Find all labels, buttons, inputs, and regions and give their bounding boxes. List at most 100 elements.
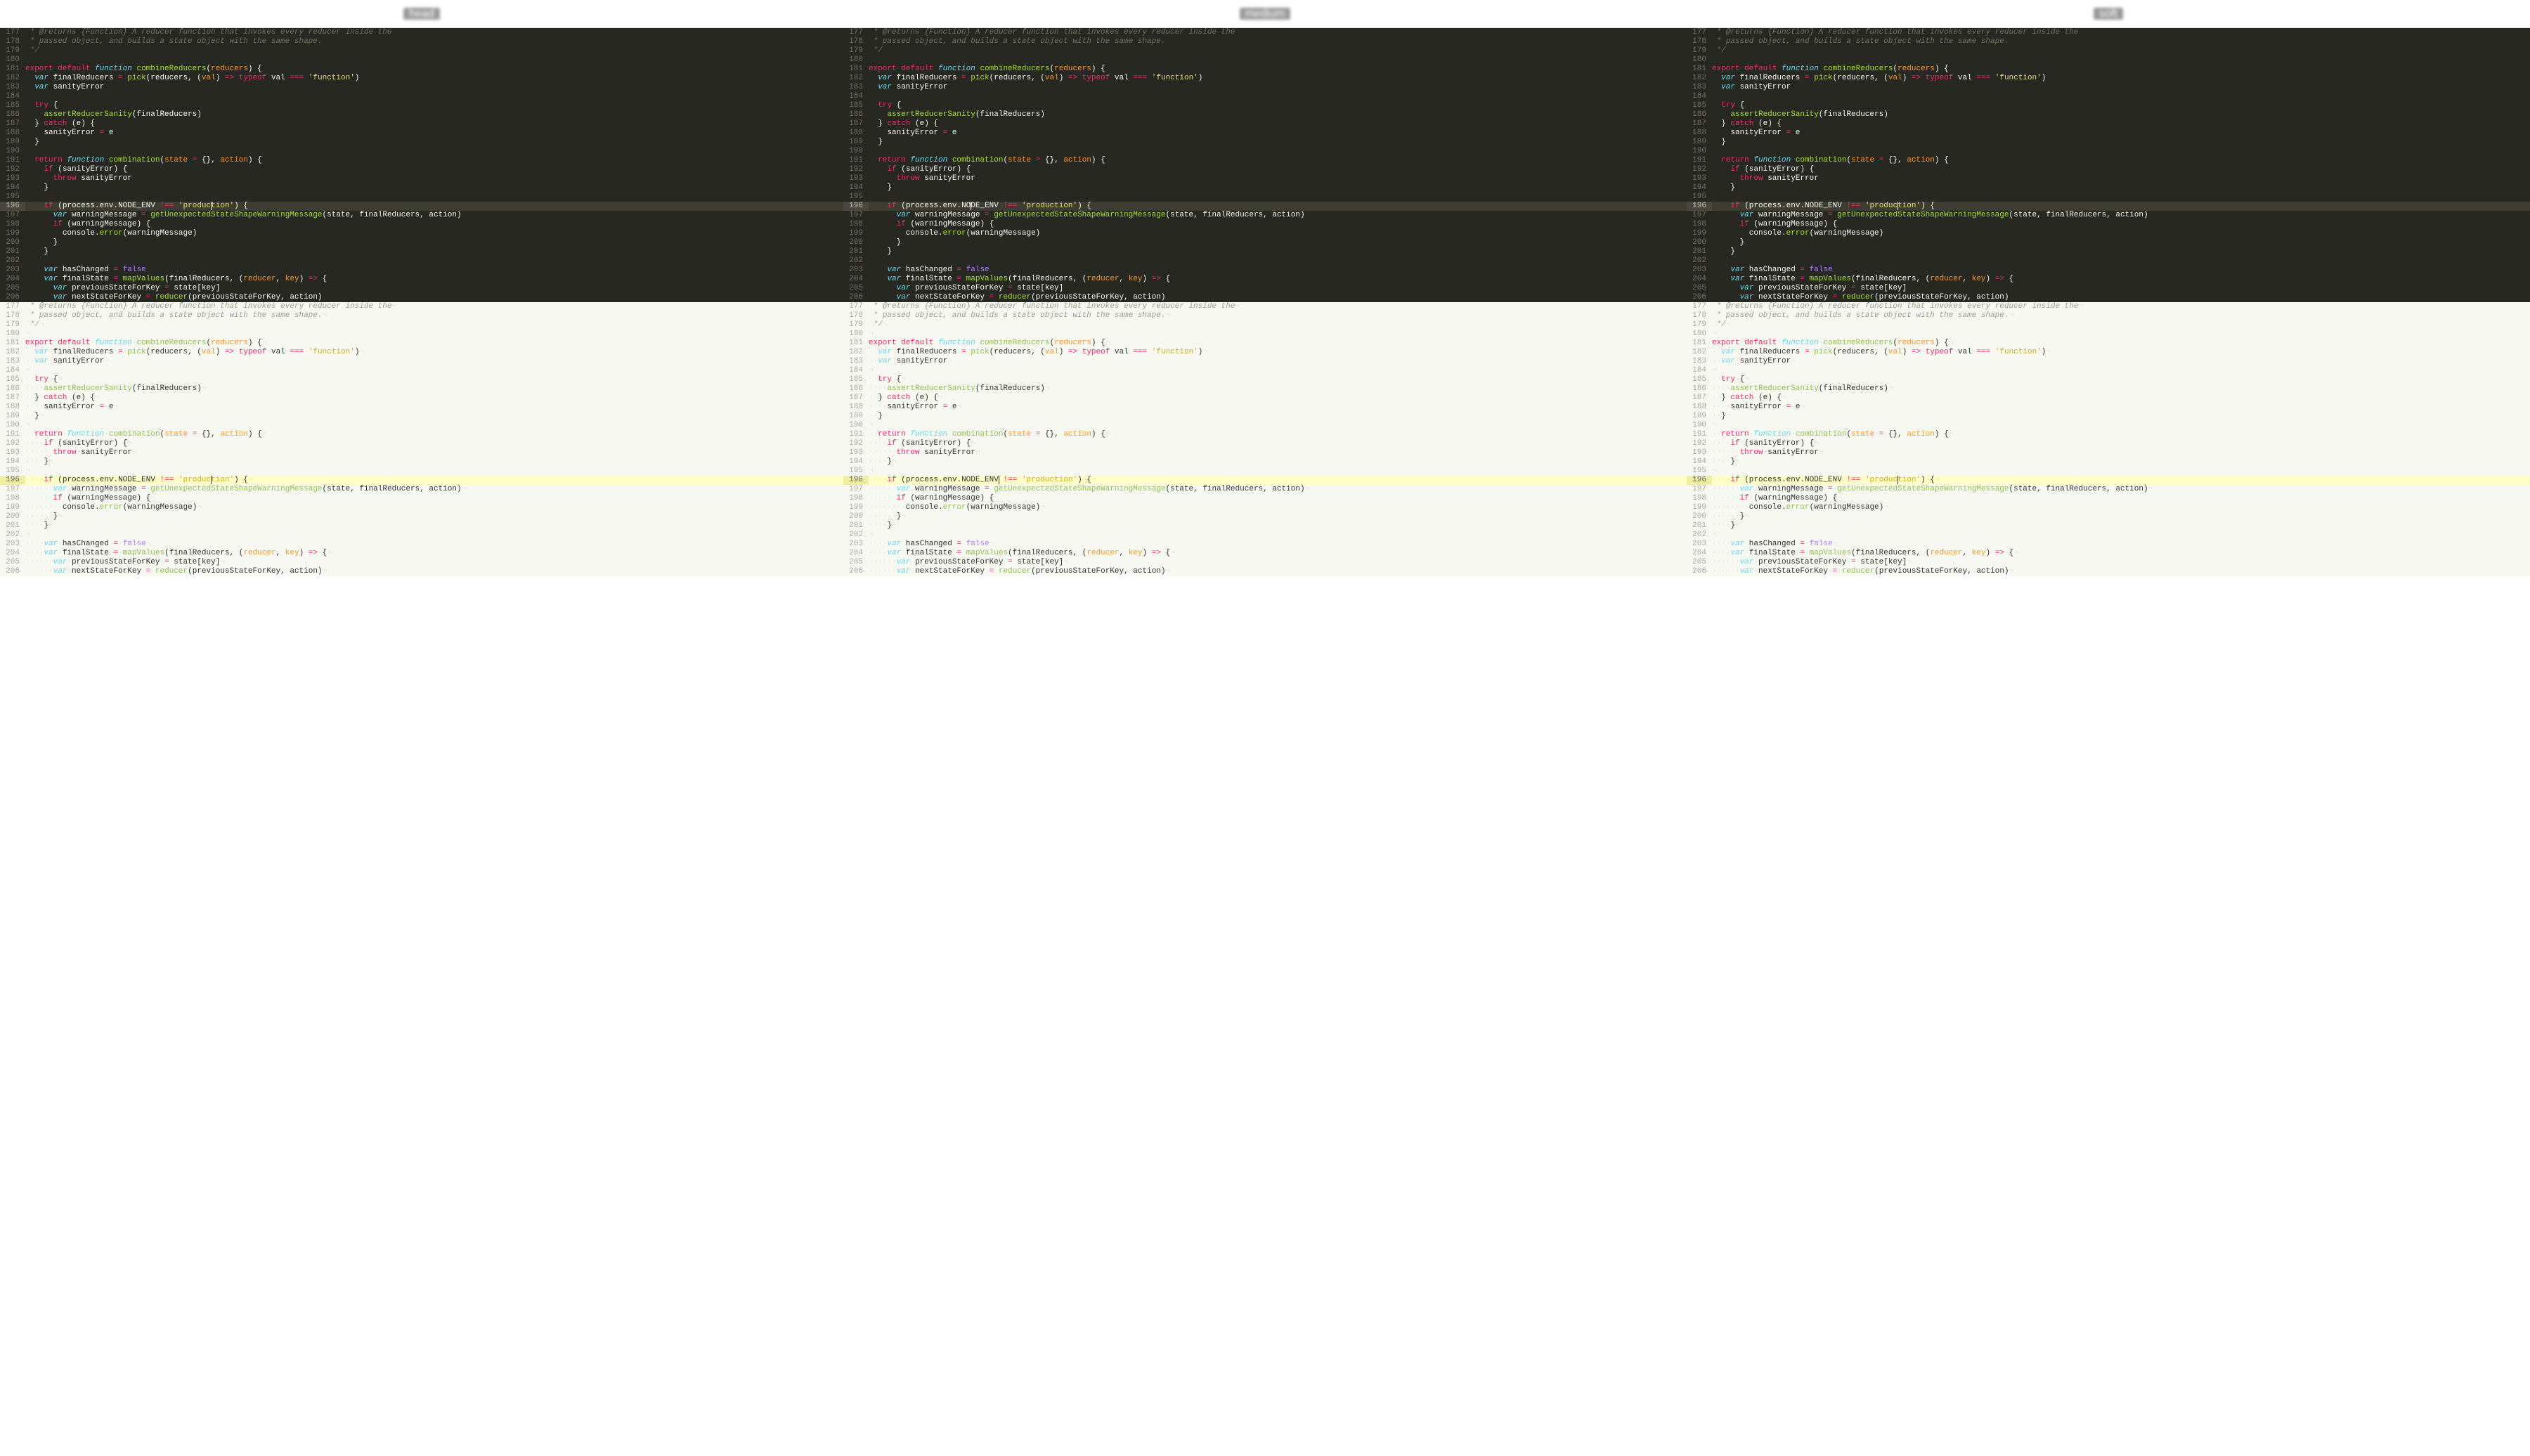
code-line[interactable]: 206 var nextStateForKey = reducer(previo…	[1687, 293, 2530, 302]
code-line[interactable]: 180¬	[1687, 330, 2530, 339]
code-line[interactable]: 194 }	[1687, 183, 2530, 193]
code-content[interactable]: ····assertReducerSanity(finalReducers)¬	[25, 384, 843, 394]
code-content[interactable]: ··try·{¬	[1712, 375, 2530, 384]
code-line[interactable]: 196 if (process.env.NODE_ENV !== 'produc…	[843, 202, 1687, 211]
code-line[interactable]: 187··} catch (e) {¬	[843, 394, 1687, 403]
code-line[interactable]: 186 assertReducerSanity(finalReducers)	[1687, 110, 2530, 119]
code-line[interactable]: 184	[843, 92, 1687, 101]
code-content[interactable]: if (warningMessage) {	[25, 220, 843, 229]
code-content[interactable]: ··var·sanityError¬	[1712, 357, 2530, 366]
code-line[interactable]: 198 if (warningMessage) {	[843, 220, 1687, 229]
code-content[interactable]: }	[1712, 183, 2530, 193]
code-content[interactable]: * @returns {Function} A reducer function…	[1712, 28, 2530, 37]
code-content[interactable]: ··} catch·(e) {¬	[1712, 394, 2530, 403]
code-content[interactable]: * passed object, and builds a state obje…	[25, 311, 843, 320]
code-line[interactable]: 185··try {¬	[843, 375, 1687, 384]
code-line[interactable]: 206······var nextStateForKey = reducer(p…	[843, 567, 1687, 576]
code-content[interactable]: ······var·previousStateForKey·=·state[ke…	[25, 558, 843, 567]
code-content[interactable]: var sanityError	[25, 83, 843, 92]
code-content[interactable]: ¬	[1712, 531, 2530, 540]
code-line[interactable]: 187 } catch (e) {	[0, 119, 843, 129]
code-line[interactable]: 184¬	[843, 366, 1687, 375]
code-content[interactable]: }	[869, 238, 1687, 247]
code-line[interactable]: 204····var finalState = mapValues(finalR…	[843, 549, 1687, 558]
code-content[interactable]: ····if·(process.env.NODE_ENV·!==·'produc…	[1712, 476, 2530, 485]
code-line[interactable]: 190¬	[1687, 421, 2530, 430]
code-line[interactable]: 178 * passed object, and builds a state …	[1687, 37, 2530, 46]
code-line[interactable]: 204····var·finalState·=·mapValues(finalR…	[0, 549, 843, 558]
code-content[interactable]: ¬	[25, 531, 843, 540]
code-content[interactable]: ¬	[25, 421, 843, 430]
code-content[interactable]: }	[869, 247, 1687, 256]
code-content[interactable]: ¬	[869, 531, 1687, 540]
code-content[interactable]: assertReducerSanity(finalReducers)	[869, 110, 1687, 119]
code-content[interactable]: ······if·(warningMessage) {¬	[1712, 494, 2530, 503]
code-line[interactable]: 195	[0, 193, 843, 202]
code-content[interactable]: */¬	[25, 320, 843, 330]
code-line[interactable]: 189 }	[843, 138, 1687, 147]
code-content[interactable]	[25, 92, 843, 101]
code-line[interactable]: 190	[1687, 147, 2530, 156]
code-content[interactable]: ··return function combination(state = {}…	[869, 430, 1687, 439]
code-line[interactable]: 179 */¬	[843, 320, 1687, 330]
code-line[interactable]: 193 throw sanityError	[1687, 174, 2530, 183]
code-content[interactable]: ··try {¬	[869, 375, 1687, 384]
code-line[interactable]: 178 * passed object, and builds a state …	[0, 37, 843, 46]
code-line[interactable]: 181export default function combineReduce…	[1687, 65, 2530, 74]
code-content[interactable]: var sanityError	[1712, 83, 2530, 92]
code-line[interactable]: 203····var·hasChanged·=·false¬	[0, 540, 843, 549]
code-line[interactable]: 183··var sanityError¬	[843, 357, 1687, 366]
code-line[interactable]: 203····var·hasChanged·=·false¬	[1687, 540, 2530, 549]
code-content[interactable]: try {	[25, 101, 843, 110]
code-line[interactable]: 182 var finalReducers = pick(reducers, (…	[843, 74, 1687, 83]
code-line[interactable]: 184	[1687, 92, 2530, 101]
code-content[interactable]: ····}¬	[1712, 457, 2530, 467]
code-line[interactable]: 201····}¬	[0, 521, 843, 531]
code-content[interactable]: var hasChanged = false	[25, 266, 843, 275]
code-line[interactable]: 194 }	[843, 183, 1687, 193]
code-content[interactable]: console.error(warningMessage)	[1712, 229, 2530, 238]
code-line[interactable]: 206······var·nextStateForKey·=·reducer(p…	[1687, 567, 2530, 576]
code-content[interactable]: return function combination(state = {}, …	[1712, 156, 2530, 165]
code-content[interactable]: var nextStateForKey = reducer(previousSt…	[869, 293, 1687, 302]
code-line[interactable]: 180¬	[0, 330, 843, 339]
code-content[interactable]: ········console.error(warningMessage)¬	[1712, 503, 2530, 512]
code-line[interactable]: 177 * @returns {Function} A reducer func…	[1687, 28, 2530, 37]
code-content[interactable]: }	[25, 183, 843, 193]
code-content[interactable]: }	[25, 138, 843, 147]
code-content[interactable]: } catch (e) {	[25, 119, 843, 129]
code-line[interactable]: 190¬	[843, 421, 1687, 430]
code-line[interactable]: 185··try·{¬	[0, 375, 843, 384]
code-content[interactable]: if (warningMessage) {	[1712, 220, 2530, 229]
code-content[interactable]: ··var·finalReducers·=·pick(reducers, (va…	[1712, 348, 2530, 357]
code-content[interactable]: */	[1712, 46, 2530, 56]
code-line[interactable]: 181export default function combineReduce…	[843, 65, 1687, 74]
code-content[interactable]: ····var·hasChanged·=·false¬	[1712, 540, 2530, 549]
code-line[interactable]: 197······var·warningMessage·=·getUnexpec…	[0, 485, 843, 494]
code-content[interactable]: }	[1712, 238, 2530, 247]
code-line[interactable]: 200······}¬	[843, 512, 1687, 521]
code-line[interactable]: 186····assertReducerSanity(finalReducers…	[1687, 384, 2530, 394]
code-content[interactable]: console.error(warningMessage)	[25, 229, 843, 238]
code-content[interactable]: }	[25, 238, 843, 247]
code-content[interactable]: ¬	[1712, 330, 2530, 339]
code-line[interactable]: 198······if·(warningMessage) {¬	[1687, 494, 2530, 503]
code-line[interactable]: 182 var finalReducers = pick(reducers, (…	[1687, 74, 2530, 83]
code-content[interactable]: export·default·function·combineReducers(…	[1712, 339, 2530, 348]
code-content[interactable]: var nextStateForKey = reducer(previousSt…	[1712, 293, 2530, 302]
code-line[interactable]: 181export default function combineReduce…	[0, 65, 843, 74]
code-line[interactable]: 186 assertReducerSanity(finalReducers)	[0, 110, 843, 119]
code-line[interactable]: 179 */	[1687, 46, 2530, 56]
code-content[interactable]: if (sanityError) {	[1712, 165, 2530, 174]
code-content[interactable]: } catch (e) {	[869, 119, 1687, 129]
code-line[interactable]: 191··return function combination(state =…	[843, 430, 1687, 439]
code-line[interactable]: 185 try {	[1687, 101, 2530, 110]
code-line[interactable]: 188····sanityError = e¬	[843, 403, 1687, 412]
code-content[interactable]: return function combination(state = {}, …	[25, 156, 843, 165]
code-content[interactable]: ······var warningMessage = getUnexpected…	[869, 485, 1687, 494]
code-line[interactable]: 182 var finalReducers = pick(reducers, (…	[0, 74, 843, 83]
code-content[interactable]: ········console.error(warningMessage)¬	[869, 503, 1687, 512]
code-line[interactable]: 177 * @returns {Function} A reducer func…	[1687, 302, 2530, 311]
code-line[interactable]: 205······var previousStateForKey = state…	[843, 558, 1687, 567]
code-content[interactable]: ····assertReducerSanity(finalReducers)¬	[1712, 384, 2530, 394]
